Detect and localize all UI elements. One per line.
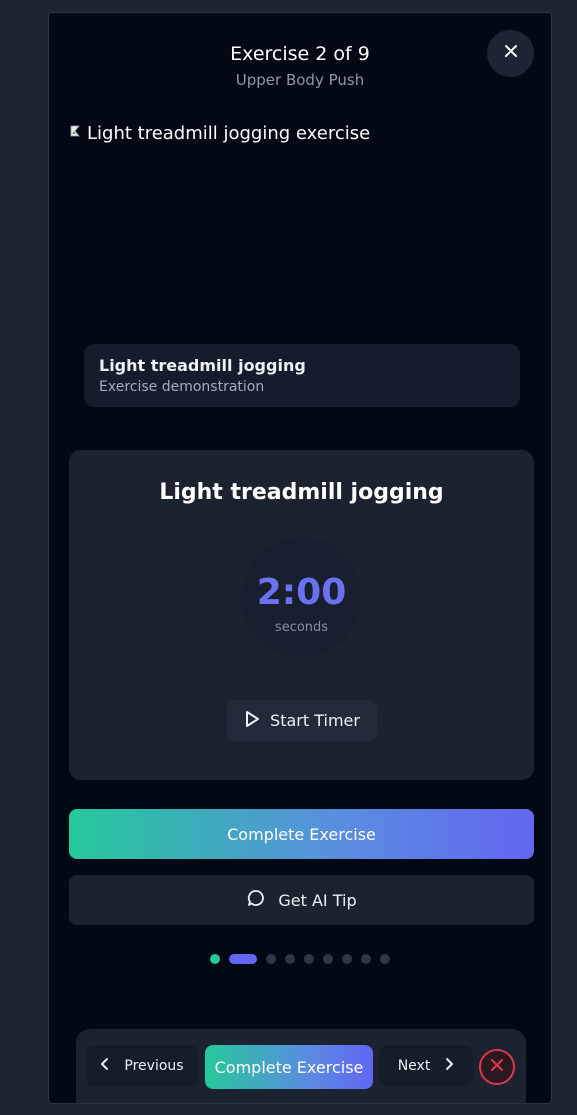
caption-title: Light treadmill jogging [99,356,306,375]
progress-dot[interactable] [210,954,220,964]
timer-value: 2:00 [256,572,347,613]
ai-tip-label: Get AI Tip [278,890,357,910]
close-icon [503,43,519,64]
chat-bubble-icon [246,888,266,912]
progress-dot-current[interactable] [229,954,257,964]
broken-image-placeholder: Light treadmill jogging exercise [69,123,370,144]
previous-button[interactable]: Previous [86,1045,198,1087]
progress-dot[interactable] [323,954,333,964]
exercise-image: Light treadmill jogging exercise [69,123,533,343]
close-button[interactable] [487,30,534,77]
progress-dot[interactable] [266,954,276,964]
progress-dot[interactable] [361,954,371,964]
image-alt-text: Light treadmill jogging exercise [87,123,371,144]
broken-image-icon [69,123,87,144]
image-caption: Light treadmill jogging Exercise demonst… [84,344,520,407]
bottom-complete-exercise-button[interactable]: Complete Exercise [205,1045,373,1089]
get-ai-tip-button[interactable]: Get AI Tip [69,875,534,925]
quit-workout-button[interactable] [479,1049,515,1085]
progress-dot[interactable] [285,954,295,964]
x-icon [490,1058,504,1077]
start-timer-button[interactable]: Start Timer [227,700,377,741]
chevron-left-icon [100,1057,110,1075]
timer-unit: seconds [274,620,329,635]
progress-dot[interactable] [380,954,390,964]
start-timer-label: Start Timer [270,711,360,730]
exercise-counter: Exercise 2 of 9 [230,43,370,65]
play-icon [244,710,260,732]
workout-name: Upper Body Push [235,71,365,89]
exercise-modal: Exercise 2 of 9 Upper Body Push Light tr… [48,12,552,1104]
chevron-right-icon [444,1057,454,1075]
progress-dot[interactable] [304,954,314,964]
complete-exercise-button[interactable]: Complete Exercise [69,809,534,859]
next-button[interactable]: Next [379,1045,473,1087]
progress-dot[interactable] [342,954,352,964]
caption-subtitle: Exercise demonstration [99,379,265,395]
progress-dots [49,953,551,965]
bottom-nav-bar: Previous Complete Exercise Next [76,1029,526,1103]
next-label: Next [397,1058,431,1074]
previous-label: Previous [124,1058,184,1074]
timer-exercise-name: Light treadmill jogging [159,480,444,505]
timer-card: Light treadmill jogging 2:00 seconds Sta… [69,450,534,780]
